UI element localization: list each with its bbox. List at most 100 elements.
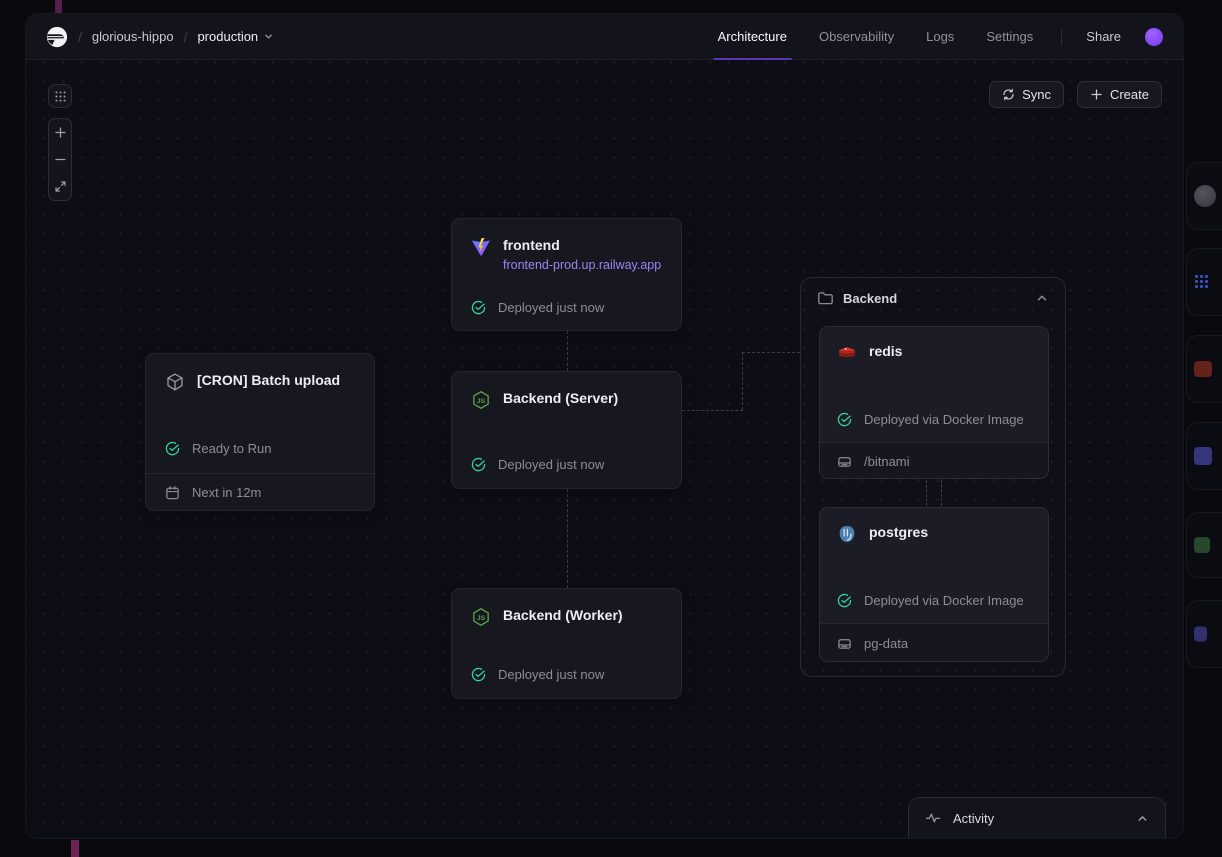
breadcrumb-slash: / [78,29,82,45]
status-row: Deployed just now [471,300,604,315]
volume-icon [837,454,852,469]
calendar-icon [165,485,180,500]
card-head: frontend frontend-prod.up.railway.app [452,219,681,272]
service-card-backend-worker[interactable]: JS Backend (Worker) Deployed just now [451,588,682,699]
environment-label: production [197,29,258,44]
volume-path: pg-data [864,636,908,651]
card-head: [CRON] Batch upload [146,354,374,392]
check-circle-icon [837,593,852,608]
app-window: / glorious-hippo / production Architectu… [26,14,1183,838]
peek-card-5 [1186,512,1222,578]
status-text: Ready to Run [192,441,272,456]
service-title: postgres [869,523,928,541]
plus-icon [54,126,67,139]
service-card-frontend[interactable]: frontend frontend-prod.up.railway.app De… [451,218,682,331]
check-circle-icon [837,412,852,427]
zoom-in-button[interactable] [49,119,71,146]
card-body: postgres Deployed via Docker Image [820,508,1048,623]
activity-label: Activity [953,811,1124,826]
breadcrumb-project[interactable]: glorious-hippo [92,29,174,44]
service-title: Backend (Server) [503,389,618,407]
activity-panel[interactable]: Activity [908,797,1166,838]
service-title: Backend (Worker) [503,606,623,624]
service-card-cron[interactable]: [CRON] Batch upload Ready to Run Next in… [145,353,375,511]
service-card-postgres[interactable]: postgres Deployed via Docker Image pg- [819,507,1049,662]
edge-frontend-server [567,331,568,371]
peek-card-6 [1186,600,1222,668]
cube-icon [165,372,185,392]
check-circle-icon [471,300,486,315]
expand-icon [54,180,67,193]
chevron-up-icon[interactable] [1136,812,1149,825]
tab-logs[interactable]: Logs [926,14,954,60]
status-text: Deployed just now [498,300,604,315]
postgres-icon [837,524,857,544]
service-title: redis [869,342,902,360]
group-header[interactable]: Backend [801,278,1065,318]
status-text: Deployed just now [498,457,604,472]
page: { "navbar": { "project": "glorious-hippo… [0,0,1222,857]
group-title: Backend [843,291,1025,306]
service-card-backend-server[interactable]: JS Backend (Server) Deployed just now [451,371,682,489]
card-head: JS Backend (Worker) [452,589,681,627]
volume-row: /bitnami [820,442,1048,479]
volume-icon [837,636,852,651]
chevron-up-icon[interactable] [1035,291,1049,305]
peek-card-2 [1186,248,1222,316]
tab-observability[interactable]: Observability [819,14,894,60]
tab-settings[interactable]: Settings [986,14,1033,60]
status-row: Deployed via Docker Image [837,593,1024,608]
check-circle-icon [165,441,180,456]
status-text: Deployed just now [498,667,604,682]
layout-grid-button[interactable] [48,84,72,108]
railway-logo-icon[interactable] [46,26,68,48]
service-title: frontend [503,236,661,254]
nodejs-icon: JS [471,390,491,410]
status-text: Deployed via Docker Image [864,593,1024,608]
sync-label: Sync [1022,87,1051,102]
folder-icon [817,290,833,306]
edge-server-worker [567,489,568,588]
check-circle-icon [471,457,486,472]
status-row: Deployed via Docker Image [837,412,1024,427]
card-head: postgres [820,508,1048,544]
service-group-backend: Backend redis [800,277,1066,677]
card-head: redis [820,327,1048,363]
peek-card-4 [1186,422,1222,490]
card-text: frontend frontend-prod.up.railway.app [503,236,661,272]
create-button[interactable]: Create [1077,81,1162,108]
service-card-redis[interactable]: redis Deployed via Docker Image /bitna [819,326,1049,479]
zoom-controls [48,118,72,201]
service-domain-link[interactable]: frontend-prod.up.railway.app [503,258,661,272]
green-square-icon [1194,537,1210,553]
card-head: JS Backend (Server) [452,372,681,410]
status-text: Deployed via Docker Image [864,412,1024,427]
zoom-out-button[interactable] [49,146,71,173]
architecture-canvas[interactable]: Sync Create [26,60,1183,838]
nav-divider [1061,29,1062,45]
fit-view-button[interactable] [49,173,71,200]
minus-icon [54,153,67,166]
redis-icon [837,343,857,363]
next-run-text: Next in 12m [192,485,261,500]
service-title: [CRON] Batch upload [197,371,340,389]
cron-schedule-row: Next in 12m [146,473,374,511]
vite-icon [471,237,491,257]
create-label: Create [1110,87,1149,102]
sync-button[interactable]: Sync [989,81,1064,108]
magenta-edge-top [55,0,62,14]
grid-dots-icon [54,90,67,103]
svg-text:JS: JS [477,398,486,405]
share-button[interactable]: Share [1086,29,1121,44]
tab-architecture[interactable]: Architecture [718,14,787,60]
magenta-edge-bottom [71,840,79,857]
avatar[interactable] [1145,28,1163,46]
blue-dots-icon [1194,274,1210,290]
edge-server-group-v [742,352,743,410]
nav-tabs: Architecture Observability Logs Settings [718,14,1034,60]
status-row: Deployed just now [471,667,604,682]
chevron-down-icon [263,31,274,42]
breadcrumb: / glorious-hippo / production [46,26,274,48]
svg-text:JS: JS [477,615,486,622]
breadcrumb-environment[interactable]: production [197,29,274,44]
